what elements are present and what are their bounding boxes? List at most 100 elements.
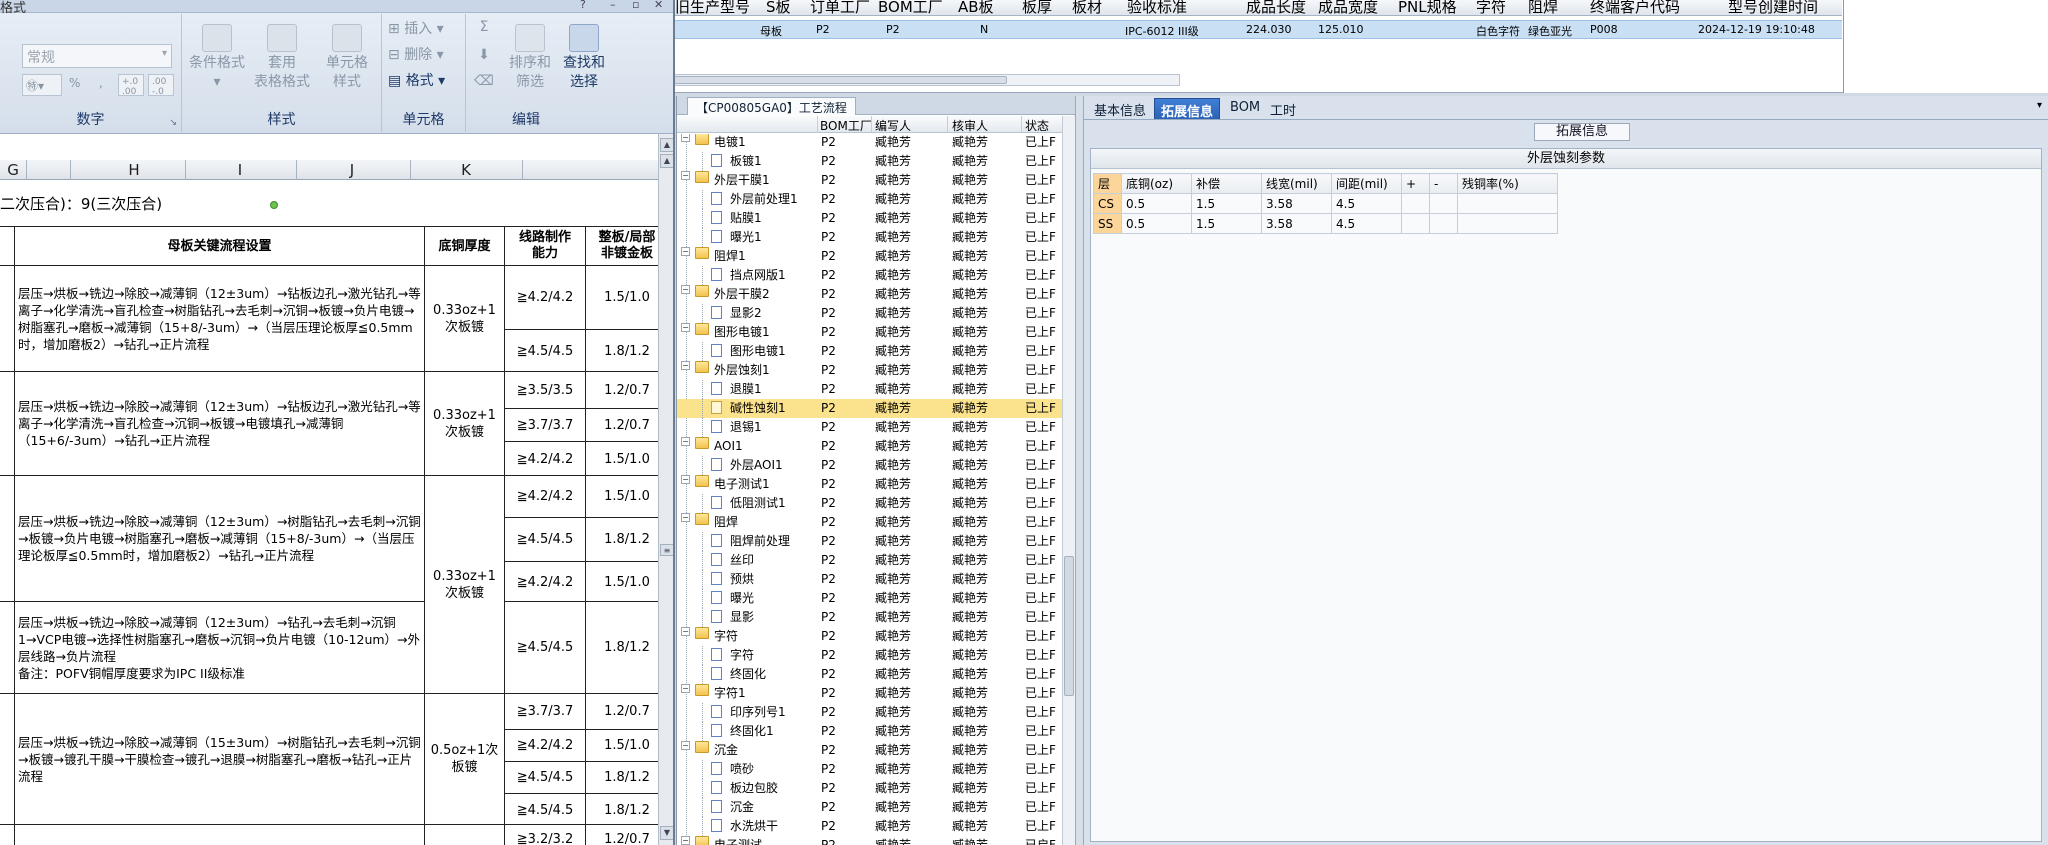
table-cell[interactable]: SS [1093,213,1122,234]
grid-column-header[interactable]: PNL规格 [1398,0,1457,15]
tree-column-separator[interactable] [871,116,872,133]
table-cell[interactable]: 3.58 [1261,193,1332,214]
column-header[interactable]: 补偿 [1191,173,1262,194]
tree-node[interactable]: 终固化1 P2 臧艳芳 臧艳芳 已上F [677,722,1062,741]
column-separator[interactable] [26,160,27,180]
collapse-toggle-icon[interactable]: − [681,836,690,845]
column-label[interactable]: G [0,161,26,179]
column-header[interactable]: 层 [1093,173,1122,194]
cell-style-button[interactable]: 单元格 样式 [316,24,378,92]
collapse-toggle-icon[interactable]: − [681,475,690,484]
tree-column-header[interactable]: 核审人 [952,117,988,134]
tree-node[interactable]: − 电子测试 P2 臧艳芳 臧艳芳 已启F [677,836,1062,845]
tree-node[interactable]: 外层前处理1 P2 臧艳芳 臧艳芳 已上F [677,190,1062,209]
tree-node[interactable]: 板镀1 P2 臧艳芳 臧艳芳 已上F [677,152,1062,171]
table-cell[interactable]: 0.5 [1121,213,1192,234]
tree-node[interactable]: 沉金 P2 臧艳芳 臧艳芳 已上F [677,798,1062,817]
column-header[interactable]: 间距(mil) [1331,173,1402,194]
collapse-toggle-icon[interactable]: − [681,361,690,370]
column-separator[interactable] [410,160,411,180]
grid-column-header[interactable]: 验收标准 [1127,0,1187,15]
column-header[interactable]: - [1429,173,1458,194]
tree-node[interactable]: 挡点网版1 P2 臧艳芳 臧艳芳 已上F [677,266,1062,285]
worksheet[interactable]: 二次压合)：9(三次压合) 母板关键流程设置 底铜厚度 线路制作 能力 整板/局部 非镀金板… [0,181,658,845]
tree-node[interactable]: 曝光1 P2 臧艳芳 臧艳芳 已上F [677,228,1062,247]
tree-node[interactable]: − 阻焊 P2 臧艳芳 臧艳芳 已上F [677,513,1062,532]
tree-column-separator[interactable] [817,116,818,133]
tree-node[interactable]: − 电镀1 P2 臧艳芳 臧艳芳 已上F [677,134,1062,152]
tree-column-separator[interactable] [947,116,948,133]
column-header[interactable]: 底铜(oz) [1121,173,1192,194]
scroll-thumb[interactable]: ≡ [660,544,673,556]
column-separator[interactable] [296,160,297,180]
tree-node[interactable]: − AOI1 P2 臧艳芳 臧艳芳 已上F [677,437,1062,456]
column-label[interactable]: J [296,161,408,179]
sort-filter-button[interactable]: 排序和 筛选 [504,24,556,92]
tree-vscroll[interactable] [1062,116,1075,845]
tab-process-flow[interactable]: 【CP00805GA0】工艺流程 [687,97,856,115]
tree-node[interactable]: 字符 P2 臧艳芳 臧艳芳 已上F [677,646,1062,665]
grid-column-header[interactable]: 成品长度 [1246,0,1306,15]
column-label[interactable]: H [70,161,198,179]
grid-column-header[interactable]: 成品宽度 [1318,0,1378,15]
scroll-thumb[interactable] [1064,556,1074,696]
number-format-select[interactable]: 常规 ▾ [22,44,172,68]
collapse-toggle-icon[interactable]: − [681,171,690,180]
tree-node[interactable]: − 阻焊1 P2 臧艳芳 臧艳芳 已上F [677,247,1062,266]
table-cell[interactable] [1457,213,1558,234]
excel-vscroll[interactable]: ▲ ▲ ≡ ▼ [658,134,673,845]
tree-node[interactable]: 印序列号1 P2 臧艳芳 臧艳芳 已上F [677,703,1062,722]
increase-decimal-button[interactable]: +.0 .00 [118,74,144,97]
close-icon[interactable]: ✕ [654,0,663,11]
table-row[interactable]: CS 0.5 1.5 3.58 4.5 [1093,193,1558,214]
decrease-decimal-button[interactable]: .00 -.0 [148,74,174,97]
tree-node[interactable]: 贴膜1 P2 臧艳芳 臧艳芳 已上F [677,209,1062,228]
selection-handle[interactable] [270,201,278,209]
tree-node[interactable]: 低阻测试1 P2 臧艳芳 臧艳芳 已上F [677,494,1062,513]
clear-icon[interactable]: ⌫ [472,72,496,91]
find-select-button[interactable]: 查找和 选择 [558,24,610,92]
tree-node[interactable]: 外层AOI1 P2 臧艳芳 臧艳芳 已上F [677,456,1062,475]
tree-node[interactable]: 终固化 P2 臧艳芳 臧艳芳 已上F [677,665,1062,684]
tree-node[interactable]: 退锡1 P2 臧艳芳 臧艳芳 已上F [677,418,1062,437]
model-grid-row[interactable]: 母板 P2 P2 N IPC-6012 III级 224.030 125.010 白色字符 绿色… [660,20,1842,39]
tree-node[interactable]: − 字符1 P2 臧艳芳 臧艳芳 已上F [677,684,1062,703]
column-separator[interactable] [185,160,186,180]
column-header[interactable]: + [1401,173,1430,194]
tree-node[interactable]: 碱性蚀刻1 P2 臧艳芳 臧艳芳 已上F [677,399,1062,418]
help-icon[interactable]: ? [580,0,586,11]
tree-node[interactable]: − 字符 P2 臧艳芳 臧艳芳 已上F [677,627,1062,646]
grid-column-header[interactable]: 板材 [1072,0,1102,15]
table-cell[interactable] [1401,193,1430,214]
column-separator[interactable] [522,160,523,180]
fill-icon[interactable]: ⬇ [472,46,496,65]
scroll-up-icon[interactable]: ▲ [660,154,673,168]
collapse-toggle-icon[interactable]: − [681,741,690,750]
autosum-button[interactable]: Σ [472,18,496,37]
table-cell[interactable]: 4.5 [1331,193,1402,214]
tree-node[interactable]: 预烘 P2 臧艳芳 臧艳芳 已上F [677,570,1062,589]
table-cell[interactable]: 3.58 [1261,213,1332,234]
collapse-toggle-icon[interactable]: − [681,513,690,522]
insert-button[interactable]: ⊞ 插入 ▾ [388,20,460,39]
column-separator[interactable] [70,160,71,180]
tree-column-header[interactable]: 状态 [1025,117,1049,134]
tree-node[interactable]: − 图形电镀1 P2 臧艳芳 臧艳芳 已上F [677,323,1062,342]
grid-column-header[interactable]: 订单工厂 [810,0,870,15]
table-cell[interactable]: 4.5 [1331,213,1402,234]
tree-node[interactable]: − 外层蚀刻1 P2 臧艳芳 臧艳芳 已上F [677,361,1062,380]
collapse-toggle-icon[interactable]: − [681,247,690,256]
tree-node[interactable]: − 沉金 P2 臧艳芳 臧艳芳 已上F [677,741,1062,760]
process-tree[interactable]: − 电镀1 P2 臧艳芳 臧艳芳 已上F 板镀1 P2 臧艳芳 臧艳芳 已上F − 外层干膜1 P2 臧艳芳… [677,134,1062,845]
table-cell[interactable] [1429,213,1458,234]
column-header[interactable]: 线宽(mil) [1261,173,1332,194]
table-cell[interactable] [1429,193,1458,214]
collapse-toggle-icon[interactable]: − [681,627,690,636]
scroll-up-icon[interactable]: ▲ [660,138,673,152]
grid-column-header[interactable]: BOM工厂 [878,0,943,15]
tree-column-separator[interactable] [1021,116,1022,133]
collapse-toggle-icon[interactable]: − [681,437,690,446]
tree-column-header[interactable]: BOM工厂 [820,117,872,134]
panel-splitter[interactable] [1075,96,1084,845]
tree-node[interactable]: 图形电镀1 P2 臧艳芳 臧艳芳 已上F [677,342,1062,361]
